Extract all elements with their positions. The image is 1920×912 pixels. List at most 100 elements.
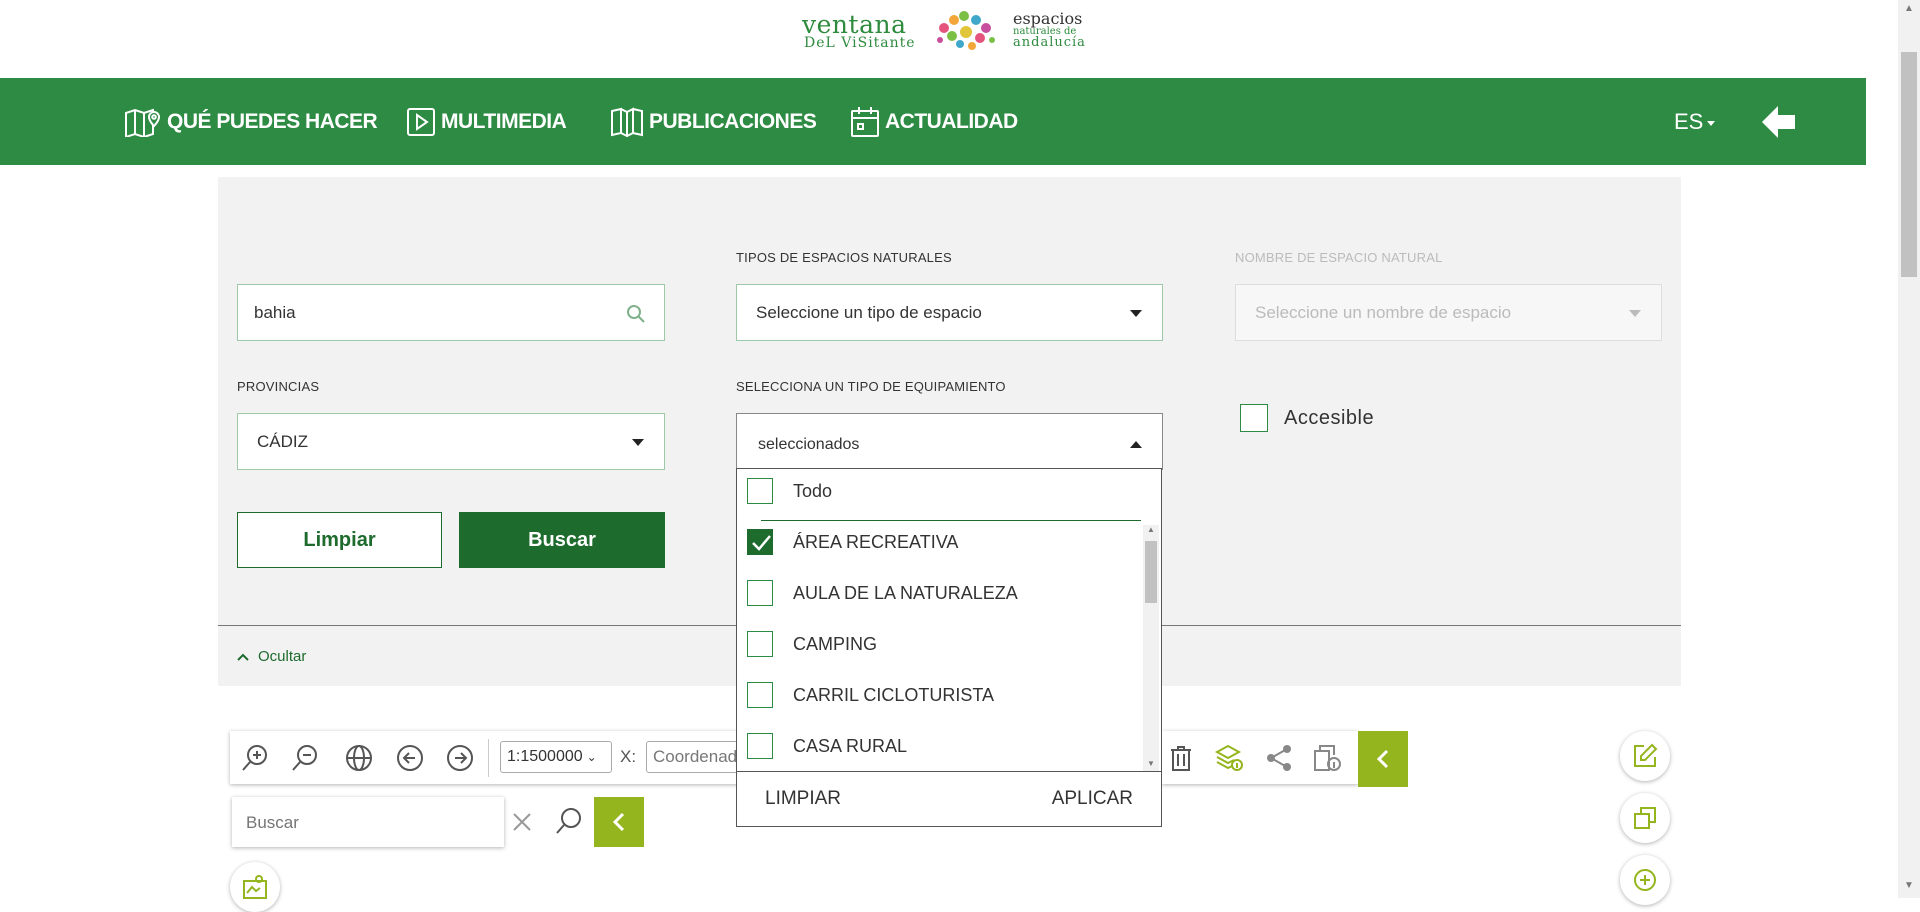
- close-icon[interactable]: [510, 810, 534, 834]
- logo-ventana[interactable]: ventana DeL ViSitante: [802, 10, 922, 52]
- nav-item-que-puedes-hacer[interactable]: QUÉ PUEDES HACER: [124, 78, 378, 165]
- search-icon[interactable]: [626, 304, 646, 324]
- coordinate-input[interactable]: Coordenada: [646, 741, 746, 773]
- toolbar-divider: [488, 739, 489, 777]
- language-value: ES: [1674, 108, 1704, 134]
- limpiar-button[interactable]: Limpiar: [237, 512, 442, 568]
- dropdown-item-label: AULA DE LA NATURALEZA: [793, 583, 1018, 603]
- search-collapse-button[interactable]: [594, 797, 644, 847]
- map-marker-icon: [243, 875, 267, 899]
- equipamiento-label: SELECCIONA UN TIPO DE EQUIPAMIENTO: [736, 379, 1006, 394]
- equipamiento-value: seleccionados: [758, 435, 860, 453]
- globe-icon[interactable]: [344, 743, 374, 773]
- chevron-down-icon: ⌄: [586, 750, 597, 764]
- arrow-back-icon[interactable]: [395, 743, 425, 773]
- trash-icon[interactable]: [1166, 743, 1196, 773]
- copy-icon: [1634, 807, 1656, 829]
- dropdown-item-todo[interactable]: Todo: [747, 478, 1147, 524]
- dropdown-limpiar-button[interactable]: LIMPIAR: [765, 788, 841, 810]
- arrow-left-icon[interactable]: [1758, 102, 1798, 142]
- chevron-up-icon: [237, 653, 249, 661]
- accesible-checkbox[interactable]: [1240, 404, 1268, 432]
- map-search-bar: [232, 797, 504, 847]
- dropdown-item-label: CARRIL CICLOTURISTA: [793, 685, 995, 705]
- arrow-forward-icon[interactable]: [445, 743, 475, 773]
- nav-item-multimedia[interactable]: MULTIMEDIA: [406, 78, 567, 165]
- zoom-out-icon[interactable]: [290, 743, 320, 773]
- scale-value: 1:1500000: [507, 748, 583, 765]
- equipamiento-dropdown: Todo ÁREA RECREATIVA AULA DE LA NATURALE…: [736, 468, 1162, 827]
- dropdown-item-label: ÁREA RECREATIVA: [793, 532, 959, 552]
- nombre-placeholder: Seleccione un nombre de espacio: [1255, 302, 1512, 322]
- dropdown-item-carril-cicloturista[interactable]: CARRIL CICLOTURISTA: [747, 682, 1147, 728]
- page-scrollbar[interactable]: ▲ ▼: [1898, 0, 1920, 898]
- nav-item-publicaciones[interactable]: PUBLICACIONES: [610, 78, 817, 165]
- map-toolbar-right: [1162, 731, 1358, 784]
- logo-espacios[interactable]: espacios naturales de andalucía: [1013, 9, 1103, 54]
- search-icon[interactable]: [554, 806, 584, 836]
- checkbox[interactable]: [747, 682, 773, 708]
- dropdown-scrollbar[interactable]: ▲ ▼: [1143, 525, 1159, 771]
- calendar-icon: [851, 106, 879, 137]
- dropdown-item-camping[interactable]: CAMPING: [747, 631, 1147, 677]
- play-icon: [407, 107, 435, 136]
- logo-line-2: DeL ViSitante: [804, 35, 916, 51]
- map-search-input[interactable]: [244, 807, 488, 839]
- x-label: X:: [620, 747, 637, 766]
- edit-icon: [1634, 743, 1658, 767]
- accesible-label: Accesible: [1284, 407, 1375, 429]
- dropdown-aplicar-button[interactable]: APLICAR: [1052, 788, 1133, 810]
- logo-right-line-3: andalucía: [1013, 35, 1086, 50]
- scroll-up-icon[interactable]: ▲: [1904, 3, 1914, 14]
- nav-label: PUBLICACIONES: [649, 109, 817, 133]
- logo-right-line-1: espacios: [1013, 9, 1083, 28]
- site-header: ventana DeL ViSitante espacios naturales…: [0, 0, 1866, 78]
- nombre-label: NOMBRE DE ESPACIO NATURAL: [1235, 250, 1443, 265]
- language-selector[interactable]: ES: [1674, 78, 1716, 165]
- tipos-select[interactable]: Seleccione un tipo de espacio: [736, 284, 1163, 341]
- provincias-label: PROVINCIAS: [237, 379, 320, 394]
- dropdown-item-aula-naturaleza[interactable]: AULA DE LA NATURALEZA: [747, 580, 1147, 626]
- dropdown-item-label: CAMPING: [793, 634, 878, 654]
- plus-circle-icon: [1634, 869, 1656, 891]
- edit-button[interactable]: [1620, 731, 1670, 781]
- tipos-label: TIPOS DE ESPACIOS NATURALES: [736, 250, 952, 265]
- zoom-in-icon[interactable]: [240, 743, 270, 773]
- caret-down-icon: [632, 439, 644, 446]
- scroll-down-icon[interactable]: ▼: [1147, 759, 1155, 768]
- ocultar-toggle[interactable]: Ocultar: [236, 648, 306, 665]
- search-value: bahia: [254, 302, 296, 322]
- info-copy-icon[interactable]: [1312, 743, 1342, 773]
- checkbox[interactable]: [747, 580, 773, 606]
- caret-up-icon: [1130, 441, 1142, 448]
- checkbox[interactable]: [747, 733, 773, 759]
- nav-label: MULTIMEDIA: [441, 109, 567, 133]
- main-nav: QUÉ PUEDES HACER MULTIMEDIA PUBLICACIONE…: [0, 78, 1866, 165]
- nav-item-actualidad[interactable]: ACTUALIDAD: [850, 78, 1018, 165]
- scrollbar-thumb[interactable]: [1145, 541, 1157, 603]
- equipamiento-select[interactable]: seleccionados: [736, 413, 1163, 470]
- dropdown-item-casa-rural[interactable]: CASA RURAL: [747, 733, 1147, 769]
- buscar-button[interactable]: Buscar: [459, 512, 665, 568]
- layers-info-icon[interactable]: [1214, 743, 1244, 773]
- provincias-select[interactable]: CÁDIZ: [237, 413, 665, 470]
- scroll-down-icon[interactable]: ▼: [1904, 880, 1914, 891]
- scale-select[interactable]: 1:1500000 ⌄: [500, 741, 612, 773]
- scrollbar-thumb[interactable]: [1901, 52, 1917, 277]
- share-icon[interactable]: [1264, 743, 1294, 773]
- duplicate-button[interactable]: [1620, 793, 1670, 843]
- checkbox[interactable]: [747, 631, 773, 657]
- toolbar-collapse-button[interactable]: [1358, 731, 1408, 787]
- map-pin-icon: [125, 108, 161, 137]
- dropdown-item-area-recreativa[interactable]: ÁREA RECREATIVA: [747, 529, 1147, 575]
- checkbox-checked[interactable]: [747, 529, 773, 555]
- todo-checkbox[interactable]: [747, 478, 773, 504]
- todo-label: Todo: [793, 481, 833, 501]
- chevron-left-icon: [612, 812, 625, 832]
- scroll-up-icon[interactable]: ▲: [1147, 525, 1155, 534]
- dropdown-separator: [761, 520, 1141, 521]
- search-field[interactable]: bahia: [237, 284, 665, 341]
- nav-label: ACTUALIDAD: [885, 109, 1018, 133]
- caret-down-icon: [1130, 310, 1142, 317]
- map-layer-button[interactable]: [230, 862, 280, 912]
